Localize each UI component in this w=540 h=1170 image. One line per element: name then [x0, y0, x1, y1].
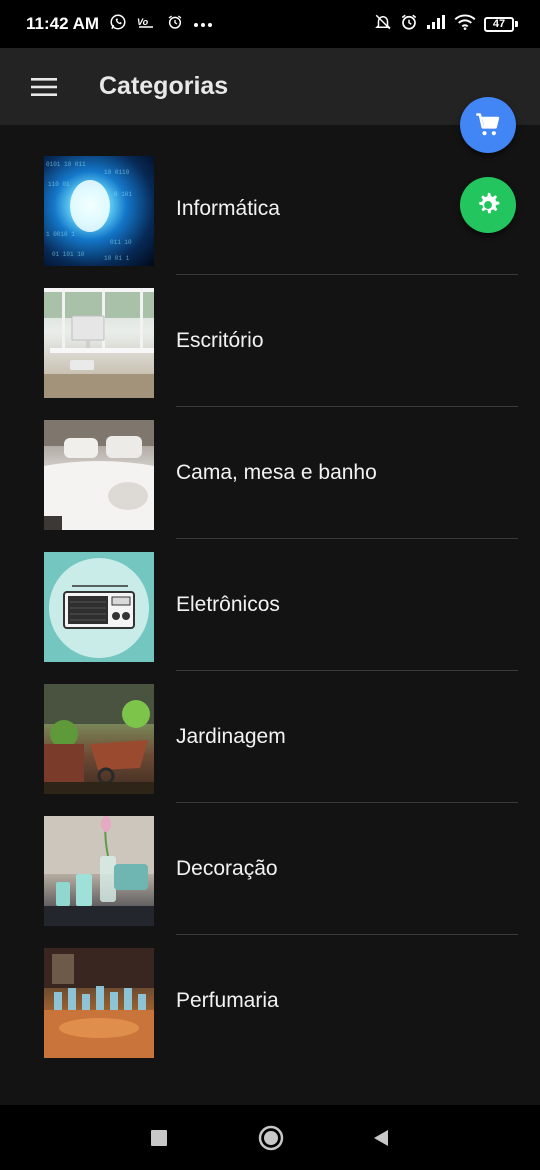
home-button[interactable]	[236, 1105, 306, 1170]
svg-text:10 0110: 10 0110	[104, 169, 130, 176]
category-label: Escritório	[176, 329, 264, 352]
category-thumb-escritorio	[44, 288, 154, 398]
app-bar: Categorias	[0, 48, 540, 125]
svg-text:10 01 1: 10 01 1	[104, 255, 130, 262]
cart-icon	[476, 113, 500, 136]
battery-level: 47	[484, 16, 514, 32]
whatsapp-icon	[109, 13, 127, 36]
category-label: Perfumaria	[176, 989, 279, 1012]
status-right: 47	[374, 13, 518, 36]
category-thumb-jardinagem	[44, 684, 154, 794]
status-bar: 11:42 AM Vo 47	[0, 0, 540, 48]
category-label: Cama, mesa e banho	[176, 461, 377, 484]
category-item-cama-mesa-banho[interactable]: Cama, mesa e banho	[0, 407, 540, 539]
category-thumb-perfumaria	[44, 948, 154, 1058]
category-label: Informática	[176, 197, 280, 220]
svg-text:0 101: 0 101	[114, 191, 132, 198]
svg-text:110 01: 110 01	[48, 181, 70, 188]
svg-text:Vo: Vo	[137, 17, 149, 27]
category-item-escritorio[interactable]: Escritório	[0, 275, 540, 407]
cell-signal-icon	[426, 14, 446, 35]
svg-text:011 10: 011 10	[110, 239, 132, 246]
category-item-eletronicos[interactable]: Eletrônicos	[0, 539, 540, 671]
wifi-icon	[454, 14, 476, 35]
home-circle-icon	[258, 1125, 284, 1150]
svg-text:1 0010 1: 1 0010 1	[46, 231, 75, 238]
system-nav-bar	[0, 1105, 540, 1170]
menu-icon	[31, 77, 57, 96]
category-thumb-cama	[44, 420, 154, 530]
category-item-jardinagem[interactable]: Jardinagem	[0, 671, 540, 803]
category-thumb-decoracao	[44, 816, 154, 926]
menu-button[interactable]	[26, 69, 62, 105]
status-left: 11:42 AM Vo	[26, 13, 213, 36]
svg-text:01 101 10: 01 101 10	[52, 251, 85, 258]
signal-badge-icon: Vo	[137, 15, 157, 34]
recents-square-icon	[151, 1129, 167, 1146]
category-label: Eletrônicos	[176, 593, 280, 616]
category-item-perfumaria[interactable]: Perfumaria	[0, 935, 540, 1067]
category-list: 0101 10 011 10 0110 110 01 0 101 1 0010 1 0…	[0, 143, 540, 1067]
more-dots-icon	[193, 15, 213, 33]
category-thumb-eletronicos	[44, 552, 154, 662]
battery-tip	[515, 21, 518, 27]
page-title: Categorias	[99, 72, 229, 100]
notifications-off-icon	[374, 13, 392, 36]
battery-icon: 47	[484, 16, 518, 32]
category-thumb-informatica: 0101 10 011 10 0110 110 01 0 101 1 0010 1 0…	[44, 156, 154, 266]
category-label: Jardinagem	[176, 725, 286, 748]
svg-text:0101 10 011: 0101 10 011	[46, 161, 86, 168]
alarm-icon	[400, 13, 418, 36]
recents-button[interactable]	[124, 1105, 194, 1170]
back-triangle-icon	[374, 1129, 388, 1146]
category-item-decoracao[interactable]: Decoração	[0, 803, 540, 935]
status-time: 11:42 AM	[26, 14, 100, 33]
category-label: Decoração	[176, 857, 278, 880]
alarm-icon	[167, 14, 183, 35]
back-button[interactable]	[346, 1105, 416, 1170]
category-item-informatica[interactable]: 0101 10 011 10 0110 110 01 0 101 1 0010 1 0…	[0, 143, 540, 275]
